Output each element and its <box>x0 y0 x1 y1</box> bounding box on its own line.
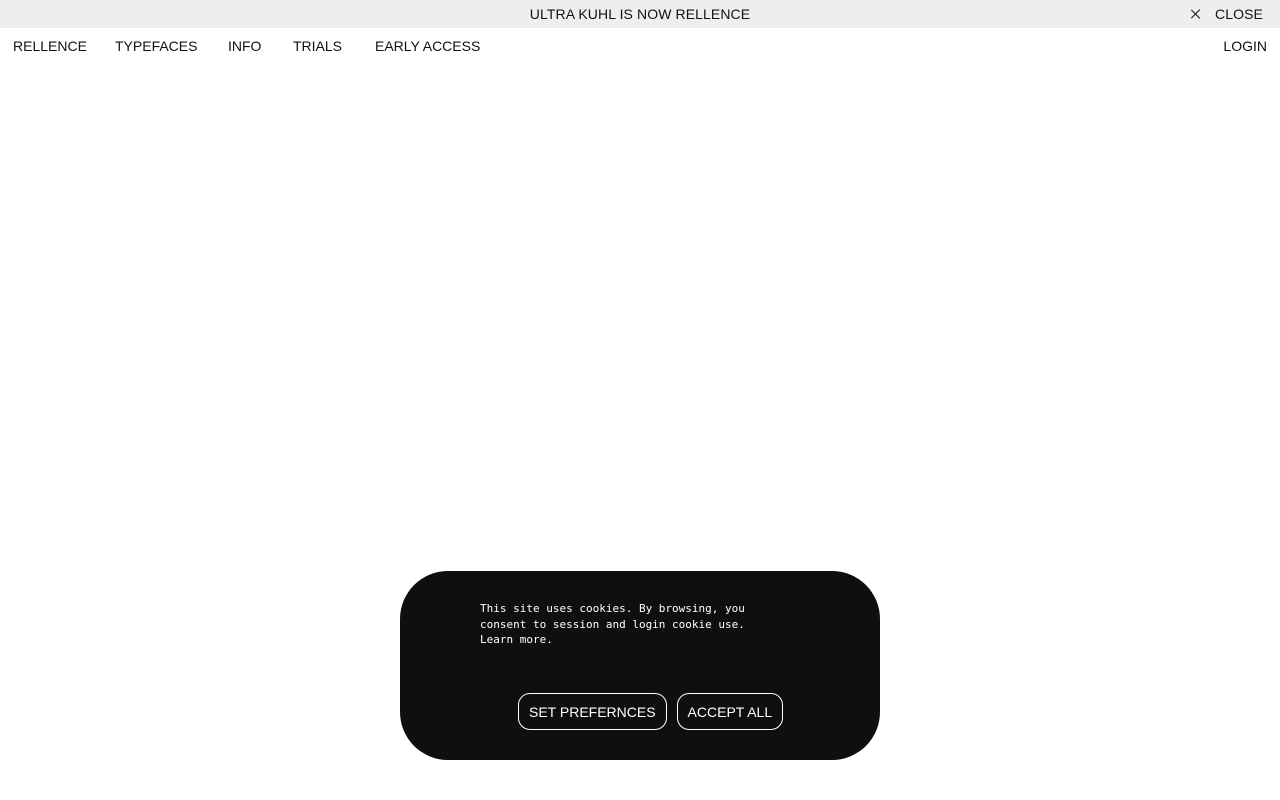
announcement-bar: ULTRA KUHL IS NOW RELLENCE CLOSE <box>0 0 1280 28</box>
nav-item-rellence[interactable]: RELLENCE <box>13 38 87 54</box>
nav-item-trials[interactable]: TRIALS <box>293 38 342 54</box>
set-preferences-button[interactable]: SET PREFERNCES <box>518 693 667 730</box>
cookie-message: This site uses cookies. By browsing, you… <box>480 601 780 648</box>
cookie-message-text: This site uses cookies. By browsing, you… <box>480 602 745 631</box>
nav-item-info[interactable]: INFO <box>228 38 261 54</box>
nav-item-early-access[interactable]: EARLY ACCESS <box>375 38 480 54</box>
cookie-buttons: SET PREFERNCES ACCEPT ALL <box>518 693 784 730</box>
cookie-banner: This site uses cookies. By browsing, you… <box>400 571 880 760</box>
accept-all-button[interactable]: ACCEPT ALL <box>676 693 784 730</box>
nav-item-typefaces[interactable]: TYPEFACES <box>115 38 197 54</box>
announcement-close-button[interactable]: CLOSE <box>1191 0 1263 28</box>
login-link[interactable]: LOGIN <box>1223 38 1267 54</box>
learn-more-link[interactable]: Learn more. <box>480 633 553 646</box>
announcement-text: ULTRA KUHL IS NOW RELLENCE <box>529 6 751 22</box>
close-label[interactable]: CLOSE <box>1215 6 1263 22</box>
close-icon[interactable] <box>1191 9 1201 19</box>
main-nav: RELLENCE TYPEFACES INFO TRIALS EARLY ACC… <box>0 28 1280 64</box>
